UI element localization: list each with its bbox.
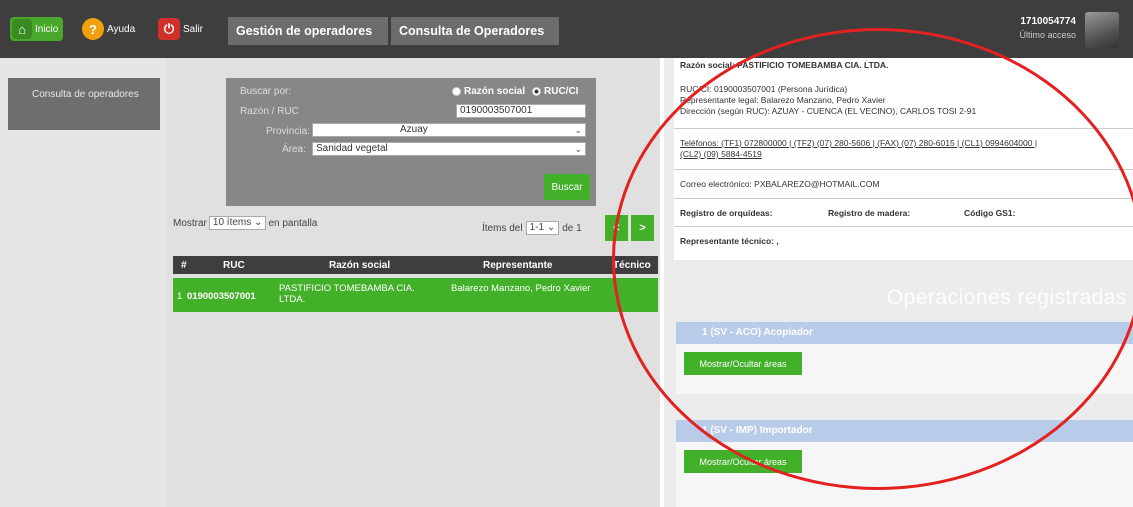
divider [674, 226, 1133, 227]
en-pantalla-label: en pantalla [268, 217, 318, 229]
col-num: # [181, 260, 187, 271]
mostrar-label: Mostrar [173, 217, 207, 229]
last-access-label: Último acceso [1019, 30, 1076, 40]
provincia-label: Provincia: [266, 126, 310, 137]
radio-ruc-ci[interactable]: RUC/CI [532, 86, 578, 97]
prev-page-button[interactable]: < [605, 215, 628, 241]
page-range-select[interactable]: 1-1 ⌄ [525, 221, 560, 235]
telefonos-line-2[interactable]: (CL2) (09) 5884-4519 [680, 149, 762, 160]
help-button[interactable]: ? Ayuda [82, 17, 135, 41]
items-per-page-control: Mostrar 10 ítems ⌄ en pantalla [173, 216, 317, 230]
items-per-page-value: 10 ítems [212, 217, 252, 228]
home-icon: ⌂ [12, 19, 32, 39]
tab-gestion-operadores[interactable]: Gestión de operadores [228, 17, 388, 45]
operator-detail-panel: Razón social: PASTIFICIO TOMEBAMBA CIA. … [664, 58, 1133, 507]
representante-line: Representante legal: Balarezo Manzano, P… [680, 95, 886, 105]
codigo-gs1: Código GS1: [964, 208, 1016, 218]
operation-header[interactable]: 1 (SV - ACO) Acopiador [676, 322, 1133, 344]
sidebar-item-consulta-operadores[interactable]: Consulta de operadores [8, 78, 160, 130]
user-id: 1710054774 [1020, 16, 1076, 27]
de-label: de 1 [562, 222, 582, 234]
operation-card: 1 (SV - ACO) Acopiador Mostrar/Ocultar á… [676, 322, 1133, 394]
ruc-input[interactable]: 0190003507001 [456, 104, 586, 118]
items-del-label: Ítems del [482, 222, 523, 234]
operaciones-title: Operaciones registradas [886, 286, 1127, 309]
main-panel: Buscar por: Razón social RUC/CI Razón / … [167, 58, 660, 507]
search-panel: Buscar por: Razón social RUC/CI Razón / … [226, 78, 596, 206]
tab-consulta-operadores[interactable]: Consulta de Operadores [391, 17, 559, 45]
chevron-down-icon: ⌄ [574, 125, 582, 135]
radio-razon-label: Razón social [464, 86, 526, 97]
toggle-areas-button[interactable]: Mostrar/Ocultar áreas [684, 352, 802, 375]
top-bar: ⌂ Inicio ? Ayuda ⏻ Salir Gestión de oper… [0, 0, 1133, 58]
help-icon: ? [82, 18, 104, 40]
col-razon-social: Razón social [329, 260, 391, 271]
operation-card: 1 (SV - IMP) Importador Mostrar/Ocultar … [676, 420, 1133, 507]
row-representante: Balarezo Manzano, Pedro Xavier [451, 283, 591, 294]
sidebar: Consulta de operadores [0, 58, 167, 507]
representante-tecnico: Representante técnico: , [680, 236, 779, 246]
provincia-value: Azuay [400, 124, 428, 135]
search-button[interactable]: Buscar [544, 174, 590, 200]
chevron-down-icon: ⌄ [254, 217, 263, 228]
row-ruc: 0190003507001 [187, 291, 256, 302]
radio-ruc-label: RUC/CI [544, 86, 579, 97]
page-range-value: 1-1 [529, 222, 545, 233]
area-select[interactable]: Sanidad vegetal ⌄ [312, 142, 586, 156]
ruc-line: RUC/CI: 0190003507001 (Persona Jurídica) [680, 84, 848, 94]
table-row[interactable]: 1 0190003507001 PASTIFICIO TOMEBAMBA CIA… [173, 278, 658, 312]
razon-ruc-label: Razón / RUC [240, 106, 299, 117]
home-button[interactable]: ⌂ Inicio [10, 17, 64, 41]
row-razon-social: PASTIFICIO TOMEBAMBA CIA. LTDA. [279, 283, 415, 305]
col-tecnico: Técnico [613, 260, 651, 271]
exit-label: Salir [183, 23, 204, 35]
avatar[interactable] [1085, 12, 1119, 48]
razon-social-line: Razón social: PASTIFICIO TOMEBAMBA CIA. … [680, 60, 889, 70]
area-label: Área: [282, 144, 306, 155]
divider [674, 169, 1133, 170]
direccion-line: Dirección (según RUC): AZUAY - CUENCA (E… [680, 106, 977, 116]
radio-ruc-icon [532, 87, 541, 96]
area-value: Sanidad vegetal [316, 143, 388, 154]
registro-madera: Registro de madera: [828, 208, 911, 218]
chevron-down-icon: ⌄ [546, 222, 556, 233]
buscar-por-label: Buscar por: [240, 86, 292, 97]
table-header: # RUC Razón social Representante Técnico [173, 256, 658, 274]
operator-info-card: Razón social: PASTIFICIO TOMEBAMBA CIA. … [674, 58, 1133, 260]
next-page-button[interactable]: > [631, 215, 654, 241]
provincia-select[interactable]: Azuay ⌄ [312, 123, 586, 137]
operation-header[interactable]: 1 (SV - IMP) Importador [676, 420, 1133, 442]
exit-icon: ⏻ [158, 18, 180, 40]
telefonos-line[interactable]: Teléfonos: (TF1) 072800000 | (TF2) (07) … [680, 138, 1037, 149]
exit-button[interactable]: ⏻ Salir [158, 17, 203, 41]
divider [674, 198, 1133, 199]
registro-orquideas: Registro de orquídeas: [680, 208, 773, 218]
pagination-info: Ítems del 1-1 ⌄ de 1 [482, 221, 582, 235]
help-label: Ayuda [107, 23, 136, 35]
toggle-areas-button[interactable]: Mostrar/Ocultar áreas [684, 450, 802, 473]
row-num: 1 [177, 291, 183, 302]
col-ruc: RUC [223, 260, 245, 271]
col-representante: Representante [483, 260, 553, 271]
divider [674, 128, 1133, 129]
items-per-page-select[interactable]: 10 ítems ⌄ [208, 216, 267, 230]
radio-razon-social[interactable]: Razón social [452, 86, 525, 97]
chevron-down-icon: ⌄ [574, 144, 582, 154]
radio-razon-icon [452, 87, 461, 96]
correo-line: Correo electrónico: PXBALAREZO@HOTMAIL.C… [680, 179, 880, 189]
home-label: Inicio [35, 23, 59, 35]
